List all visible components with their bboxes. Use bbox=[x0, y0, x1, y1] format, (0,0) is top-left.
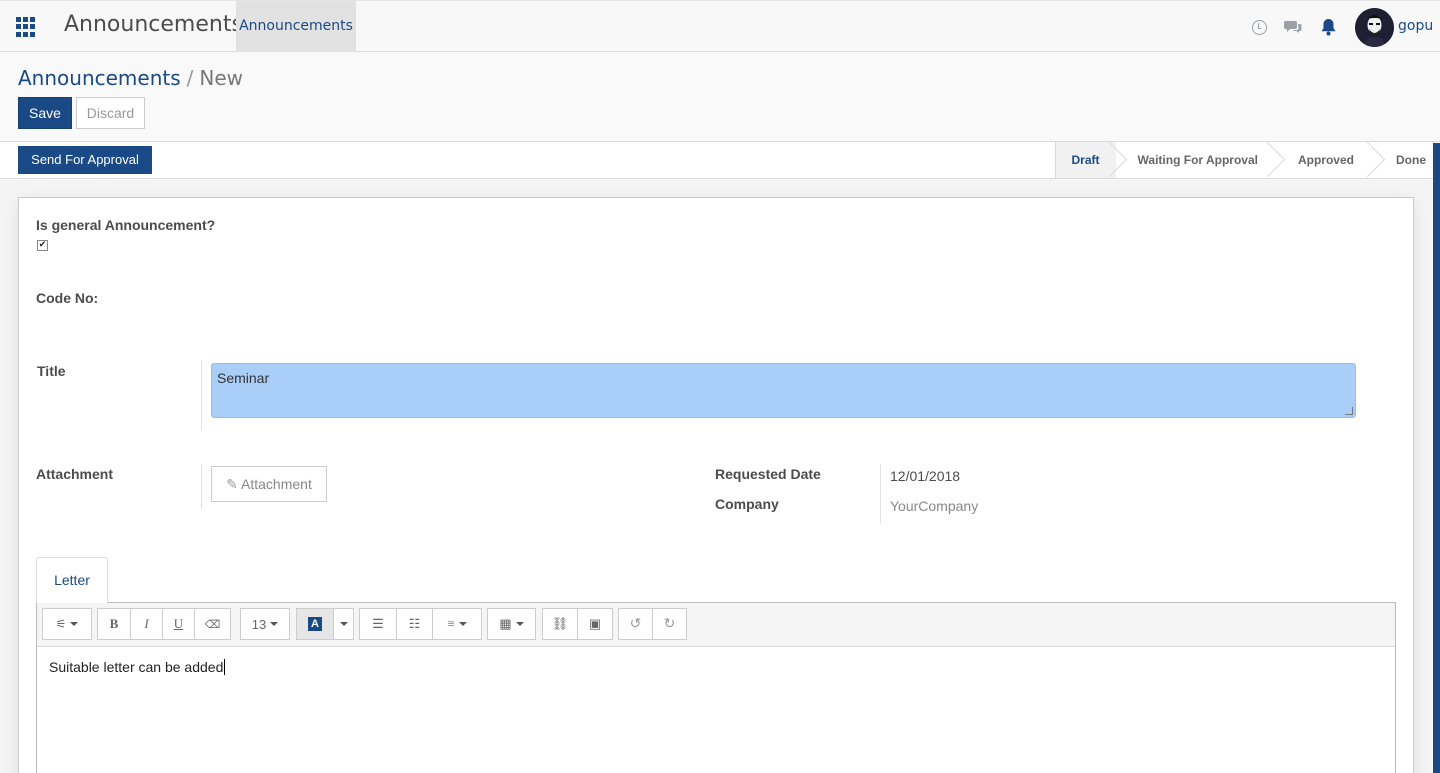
company-label: Company bbox=[715, 496, 779, 512]
font-color-icon: A bbox=[308, 617, 322, 631]
app-title: Announcements bbox=[64, 12, 243, 37]
link-button[interactable]: ⛓ bbox=[542, 608, 578, 640]
image-icon: ▣ bbox=[588, 616, 602, 631]
text-cursor bbox=[224, 659, 226, 675]
editor-toolbar: ⚟ B I U ⌫ 13 A ☰ ☷ ≡ ▦ ⛓ ▣ ↺ ↻ bbox=[37, 603, 1395, 647]
stage-waiting-for-approval: Waiting For Approval bbox=[1116, 142, 1274, 178]
bold-icon: B bbox=[109, 616, 119, 631]
italic-icon: I bbox=[144, 616, 149, 631]
numbered-list-button[interactable]: ☷ bbox=[396, 608, 433, 640]
redo-icon: ↻ bbox=[663, 616, 676, 632]
bullet-list-button[interactable]: ☰ bbox=[359, 608, 397, 640]
bold-button[interactable]: B bbox=[97, 608, 131, 640]
menu-item-announcements[interactable]: Announcements bbox=[236, 1, 356, 52]
field-divider bbox=[201, 464, 202, 509]
chat-icon[interactable] bbox=[1284, 20, 1302, 34]
stage-draft: Draft bbox=[1054, 142, 1116, 178]
tab-letter[interactable]: Letter bbox=[36, 557, 108, 603]
vertical-scrollbar[interactable] bbox=[1433, 143, 1440, 773]
company-value[interactable]: YourCompany bbox=[890, 498, 978, 514]
letter-editor[interactable]: ⚟ B I U ⌫ 13 A ☰ ☷ ≡ ▦ ⛓ ▣ ↺ ↻ Suitable … bbox=[36, 602, 1396, 773]
letter-text: Suitable letter can be added bbox=[49, 659, 224, 675]
requested-date-value[interactable]: 12/01/2018 bbox=[890, 468, 960, 484]
user-avatar[interactable] bbox=[1355, 8, 1394, 47]
apps-menu-icon[interactable] bbox=[16, 17, 36, 37]
numbered-list-icon: ☷ bbox=[408, 616, 421, 631]
paperclip-icon: ✎ bbox=[226, 476, 238, 492]
user-name[interactable]: gopu bbox=[1398, 18, 1433, 34]
code-no-label: Code No: bbox=[36, 290, 99, 306]
title-label: Title bbox=[37, 363, 66, 379]
align-left-icon: ≡ bbox=[447, 616, 455, 631]
breadcrumb-parent-link[interactable]: Announcements bbox=[18, 66, 181, 90]
undo-button[interactable]: ↺ bbox=[618, 608, 653, 640]
field-divider bbox=[880, 464, 881, 524]
table-icon: ▦ bbox=[499, 616, 512, 631]
link-icon: ⛓ bbox=[551, 616, 569, 631]
stage-approved: Approved bbox=[1274, 142, 1374, 178]
status-bar: Send For Approval Draft Waiting For Appr… bbox=[0, 141, 1440, 179]
redo-button[interactable]: ↻ bbox=[652, 608, 687, 640]
style-dropdown-button[interactable]: ⚟ bbox=[42, 608, 92, 640]
font-color-dropdown[interactable] bbox=[333, 608, 354, 640]
table-dropdown-button[interactable]: ▦ bbox=[487, 608, 536, 640]
attachment-button[interactable]: ✎ Attachment bbox=[211, 466, 327, 502]
font-color-button[interactable]: A bbox=[296, 608, 334, 640]
requested-date-label: Requested Date bbox=[715, 466, 821, 482]
activity-clock-icon[interactable] bbox=[1252, 20, 1267, 35]
underline-icon: U bbox=[173, 616, 184, 631]
eraser-icon: ⌫ bbox=[204, 618, 221, 631]
title-input[interactable]: Seminar bbox=[211, 363, 1356, 418]
breadcrumb-current: New bbox=[199, 66, 244, 90]
resize-grip-icon[interactable] bbox=[1345, 407, 1353, 415]
breadcrumb-separator: / bbox=[186, 66, 194, 90]
breadcrumb: Announcements / New bbox=[18, 66, 243, 90]
discard-button[interactable]: Discard bbox=[76, 97, 145, 129]
underline-button[interactable]: U bbox=[162, 608, 195, 640]
title-input-value: Seminar bbox=[217, 370, 270, 386]
font-size-value: 13 bbox=[251, 616, 267, 632]
save-button[interactable]: Save bbox=[18, 97, 72, 129]
bullet-list-icon: ☰ bbox=[372, 616, 384, 631]
font-size-dropdown[interactable]: 13 bbox=[240, 608, 290, 640]
field-divider bbox=[201, 360, 202, 430]
undo-icon: ↺ bbox=[629, 616, 642, 632]
general-announcement-label: Is general Announcement? bbox=[36, 217, 216, 233]
align-dropdown-button[interactable]: ≡ bbox=[432, 608, 482, 640]
editor-content[interactable]: Suitable letter can be added bbox=[49, 659, 226, 675]
italic-button[interactable]: I bbox=[130, 608, 163, 640]
general-announcement-checkbox[interactable]: ✔ bbox=[37, 240, 48, 251]
image-button[interactable]: ▣ bbox=[577, 608, 613, 640]
clear-format-button[interactable]: ⌫ bbox=[194, 608, 231, 640]
notification-bell-icon[interactable] bbox=[1320, 18, 1337, 36]
stage-pipeline: Draft Waiting For Approval Approved Done bbox=[1054, 142, 1432, 178]
top-navbar: Announcements Announcements gopu bbox=[0, 0, 1440, 52]
attachment-label: Attachment bbox=[36, 466, 114, 482]
send-for-approval-button[interactable]: Send For Approval bbox=[18, 146, 152, 174]
magic-wand-icon: ⚟ bbox=[55, 616, 67, 631]
attachment-button-label: Attachment bbox=[241, 476, 312, 492]
